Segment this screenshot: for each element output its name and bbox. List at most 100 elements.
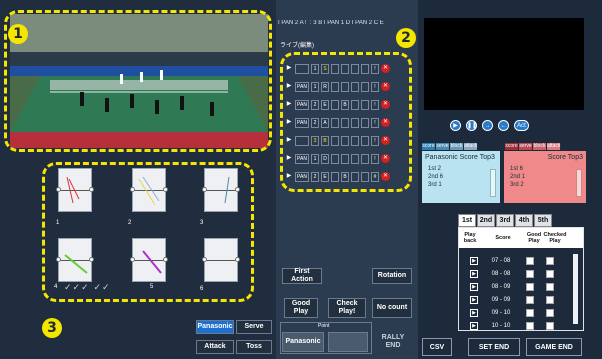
end-cell[interactable]: !: [371, 135, 379, 146]
number-cell[interactable]: 2: [311, 171, 319, 182]
set-end-button[interactable]: SET END: [468, 338, 520, 356]
code-cell[interactable]: A: [321, 117, 329, 128]
history-row[interactable]: ▶ 09 - 10: [466, 307, 576, 318]
back-circle-icon[interactable]: ←: [498, 120, 509, 131]
csv-button[interactable]: CSV: [422, 338, 452, 356]
empty-cell[interactable]: [331, 99, 339, 110]
no-count-button[interactable]: No count: [372, 298, 412, 318]
team-cell[interactable]: PAN: [295, 171, 309, 182]
empty-cell[interactable]: [341, 153, 349, 164]
empty-cell[interactable]: [351, 135, 359, 146]
rally-row[interactable]: ▶ PAN 2 A ! ✕: [285, 116, 409, 129]
panasonic-team-button[interactable]: Panasonic: [196, 320, 234, 334]
code-cell[interactable]: S: [321, 63, 329, 74]
delete-icon[interactable]: ✕: [381, 136, 390, 145]
play-icon[interactable]: ▶: [285, 100, 293, 110]
empty-cell[interactable]: [331, 63, 339, 74]
tab-attack[interactable]: attack: [547, 143, 560, 150]
empty-cell[interactable]: [361, 153, 369, 164]
history-row[interactable]: ▶ 10 - 10: [466, 320, 576, 331]
play-icon[interactable]: ▶: [470, 256, 478, 265]
delete-icon[interactable]: ✕: [381, 100, 390, 109]
checked-play-checkbox[interactable]: [546, 308, 554, 317]
first-action-button[interactable]: First Action: [282, 268, 322, 284]
empty-cell[interactable]: [351, 171, 359, 182]
delete-icon[interactable]: ✕: [381, 154, 390, 163]
game-end-button[interactable]: GAME END: [526, 338, 582, 356]
empty-cell[interactable]: [361, 171, 369, 182]
point-panasonic-button[interactable]: Panasonic: [282, 332, 324, 352]
delete-icon[interactable]: ✕: [381, 118, 390, 127]
play-icon[interactable]: ▶: [285, 82, 293, 92]
team-cell[interactable]: [295, 63, 309, 74]
good-play-checkbox[interactable]: [526, 269, 534, 278]
number-cell[interactable]: 2: [311, 117, 319, 128]
checked-play-checkbox[interactable]: [546, 321, 554, 330]
number-cell[interactable]: 1: [311, 63, 319, 74]
empty-cell[interactable]: [361, 99, 369, 110]
end-cell[interactable]: !: [371, 81, 379, 92]
empty-cell[interactable]: [351, 81, 359, 92]
rally-row[interactable]: ▶ PAN 2 E B ! ✕: [285, 98, 409, 111]
tab-score[interactable]: score: [422, 143, 435, 150]
history-row[interactable]: ▶ 08 - 08: [466, 268, 576, 279]
rally-row[interactable]: ▶ 3 B ! ✕: [285, 134, 409, 147]
end-cell[interactable]: !: [371, 153, 379, 164]
rally-row[interactable]: ▶ 1 S ! ✕: [285, 62, 409, 75]
good-play-checkbox[interactable]: [526, 321, 534, 330]
play-icon[interactable]: ▶: [470, 295, 478, 304]
number-cell[interactable]: 1: [311, 81, 319, 92]
serve-button[interactable]: Serve: [236, 320, 272, 334]
scrollbar[interactable]: [490, 169, 496, 197]
play-circle-icon[interactable]: ▶: [450, 120, 461, 131]
rally-row[interactable]: ▶ PAN 2 E B # ✕: [285, 170, 409, 183]
empty-cell[interactable]: [331, 81, 339, 92]
empty-cell[interactable]: [331, 135, 339, 146]
code-cell[interactable]: B: [321, 135, 329, 146]
tab-score[interactable]: score: [505, 143, 518, 150]
tab-serve[interactable]: serve: [436, 143, 449, 150]
empty-cell[interactable]: [361, 117, 369, 128]
checked-play-checkbox[interactable]: [546, 295, 554, 304]
tab-block[interactable]: block: [533, 143, 546, 150]
empty-cell[interactable]: [361, 135, 369, 146]
rotation-button[interactable]: Rotation: [372, 268, 412, 284]
good-play-checkbox[interactable]: [526, 295, 534, 304]
forward-circle-icon[interactable]: →: [482, 120, 493, 131]
play-icon[interactable]: ▶: [470, 282, 478, 291]
scrollbar[interactable]: [576, 169, 582, 197]
code-cell[interactable]: E: [321, 171, 329, 182]
empty-cell[interactable]: [351, 99, 359, 110]
toss-button[interactable]: Toss: [236, 340, 272, 354]
team-cell[interactable]: PAN: [295, 117, 309, 128]
court-diagram-1[interactable]: [56, 168, 94, 212]
code-cell[interactable]: D: [321, 153, 329, 164]
empty-cell[interactable]: [331, 171, 339, 182]
number-cell[interactable]: 1: [311, 153, 319, 164]
pause-circle-icon[interactable]: ❚❚: [466, 120, 477, 131]
play-icon[interactable]: ▶: [470, 269, 478, 278]
history-row[interactable]: ▶ 07 - 08: [466, 255, 576, 266]
court-diagram-3[interactable]: [202, 168, 240, 212]
good-play-button[interactable]: Good Play: [284, 298, 318, 318]
good-play-checkbox[interactable]: [526, 308, 534, 317]
point-opponent-button[interactable]: [328, 332, 368, 352]
play-icon[interactable]: ▶: [470, 321, 478, 330]
code-cell[interactable]: E: [321, 99, 329, 110]
check-play-button[interactable]: Check Play!: [328, 298, 366, 318]
play-icon[interactable]: ▶: [285, 172, 293, 182]
tab-set-2[interactable]: 2nd: [477, 214, 495, 227]
act-button[interactable]: Act: [514, 120, 529, 131]
court-diagram-4[interactable]: [56, 238, 94, 282]
empty-cell[interactable]: [351, 153, 359, 164]
number-cell[interactable]: 3: [311, 135, 319, 146]
code-cell[interactable]: R: [321, 81, 329, 92]
empty-cell[interactable]: [341, 63, 349, 74]
delete-icon[interactable]: ✕: [381, 172, 390, 181]
empty-cell[interactable]: [361, 81, 369, 92]
empty-cell[interactable]: [341, 135, 349, 146]
delete-icon[interactable]: ✕: [381, 64, 390, 73]
tab-attack[interactable]: attack: [464, 143, 477, 150]
history-row[interactable]: ▶ 09 - 09: [466, 294, 576, 305]
play-icon[interactable]: ▶: [470, 308, 478, 317]
